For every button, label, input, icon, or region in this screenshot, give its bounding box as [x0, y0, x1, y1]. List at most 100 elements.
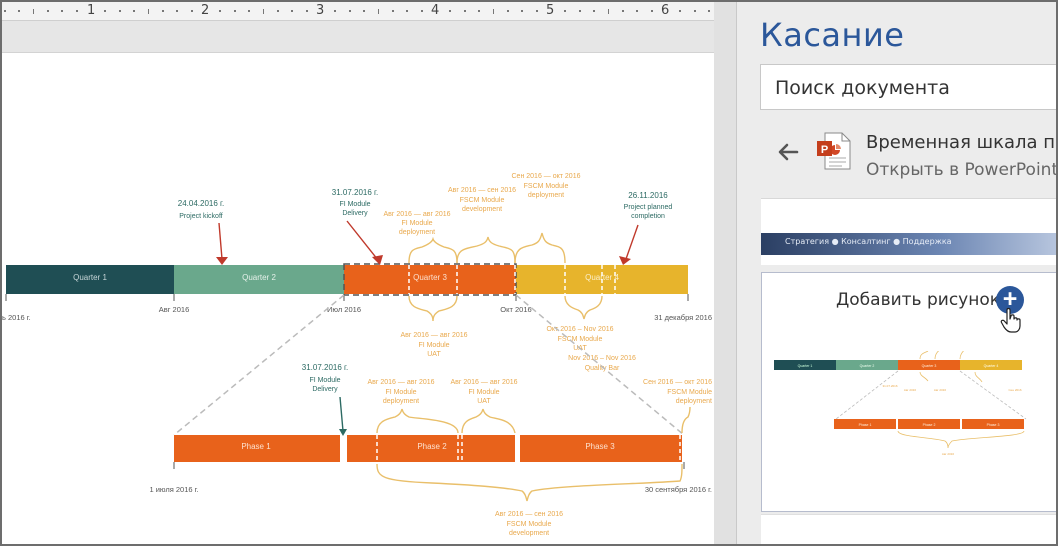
phase-axis-end: 30 сентября 2016 г.	[645, 485, 712, 494]
open-in-powerpoint-link[interactable]: Открыть в PowerPoint	[866, 160, 1056, 180]
back-arrow-icon[interactable]	[775, 139, 801, 165]
svg-text:Сен 2016: Сен 2016	[1009, 388, 1022, 392]
task-range: Авг 2016 — авг 2016	[400, 332, 467, 339]
phase-milestone-text: Delivery	[312, 386, 338, 393]
ruler-number: 4	[431, 3, 440, 18]
axis-end: 31 декабря 2016	[654, 313, 712, 322]
powerpoint-file-icon: P	[817, 132, 851, 170]
ruler-mark	[478, 10, 481, 12]
mini-label: Quarter 1	[798, 364, 813, 368]
axis-start: ь 2016 г.	[2, 313, 31, 322]
task-text: development	[462, 206, 502, 213]
svg-text:Авг 2016: Авг 2016	[942, 452, 955, 456]
mini-label: Quarter 3	[922, 364, 937, 368]
ruler-number: 2	[201, 3, 210, 18]
milestone-text: completion	[631, 213, 665, 220]
phase-milestone-text: FI Module	[309, 377, 340, 384]
tap-pane: Касание Поиск документа P Временная шкал…	[737, 2, 1056, 544]
task-range: Авг 2016 — авг 2016	[383, 211, 450, 218]
ruler-mark	[348, 10, 351, 12]
ruler-mark	[276, 10, 279, 12]
task-range: Сен 2016 — окт 2016	[643, 379, 712, 386]
milestone-marker	[216, 257, 228, 265]
ruler-mark	[262, 9, 264, 14]
slide-thumbnail-card[interactable]: Добавить рисунок + Quarter 1 Quarter 2 Q…	[761, 272, 1056, 512]
ruler-mark	[219, 10, 222, 12]
milestone-date: 31.07.2016 г.	[332, 188, 378, 197]
ruler-number: 1	[87, 3, 96, 18]
horizontal-ruler[interactable]: 1 2 3 4 5 6	[2, 2, 714, 21]
ruler-mark	[492, 9, 494, 14]
mini-label: Phase 3	[987, 423, 1000, 427]
svg-text:Авг 2016: Авг 2016	[934, 388, 947, 392]
ruler-mark	[363, 10, 366, 12]
ruler-number: 3	[316, 3, 325, 18]
document-title[interactable]: Временная шкала проекта	[866, 132, 1056, 153]
next-thumbnail[interactable]	[761, 514, 1056, 544]
ruler-mark	[679, 10, 682, 12]
hand-cursor-icon	[1000, 307, 1021, 333]
task-range: Авг 2016 — сен 2016	[495, 511, 563, 518]
ruler-mark	[233, 10, 236, 12]
task-text: development	[509, 530, 549, 537]
ruler-mark	[521, 10, 524, 12]
phase-axis-start: 1 июля 2016 г.	[149, 485, 198, 494]
phase-2-label: Phase 2	[417, 442, 447, 451]
timeline-graphic: Quarter 1 Quarter 2 Quarter 3 Quarter 4 …	[2, 173, 712, 537]
task-text: FSCM Module	[667, 389, 712, 396]
task-text: deployment	[383, 398, 419, 405]
ruler-mark	[650, 10, 653, 12]
task-text: FI Module	[418, 342, 449, 349]
ruler-mark	[449, 10, 452, 12]
ruler-mark	[693, 10, 696, 12]
phase-1-label: Phase 1	[241, 442, 271, 451]
svg-text:Авг 2016: Авг 2016	[904, 388, 917, 392]
ruler-mark	[32, 9, 34, 14]
ruler-mark	[564, 10, 567, 12]
phase-milestone-marker	[339, 429, 347, 436]
app-window: 1 2 3 4 5 6 Quarter 1 Quarter 2 Quarter …	[0, 0, 1058, 546]
pane-title: Касание	[760, 16, 905, 54]
ruler-mark	[305, 10, 308, 12]
task-text: FSCM Module	[524, 183, 569, 190]
ruler-mark	[176, 10, 179, 12]
phase-3-label: Phase 3	[585, 442, 615, 451]
ruler-mark	[75, 10, 78, 12]
mini-timeline-preview: Quarter 1 Quarter 2 Quarter 3 Quarter 4 …	[774, 351, 1027, 456]
task-range: Авг 2016 — авг 2016	[450, 379, 517, 386]
slide-thumbnail[interactable]: Стратегия ● Консалтинг ● Поддержка	[761, 198, 1056, 265]
ruler-mark	[636, 10, 639, 12]
task-text: UAT	[427, 351, 441, 358]
axis-jul: Июл 2016	[327, 305, 361, 314]
ruler-mark	[334, 10, 337, 12]
slide-canvas[interactable]: Quarter 1 Quarter 2 Quarter 3 Quarter 4 …	[2, 52, 714, 544]
ruler-mark	[161, 10, 164, 12]
ruler-mark	[377, 9, 379, 14]
ruler-mark	[578, 10, 581, 12]
quarter-1-label: Quarter 1	[73, 273, 107, 282]
ruler-mark	[708, 10, 711, 12]
ruler-number: 6	[661, 3, 670, 18]
ruler-mark	[61, 10, 64, 12]
ruler-mark	[133, 10, 136, 12]
milestone-date: 24.04.2016 г.	[178, 199, 224, 208]
add-picture-label: Добавить рисунок	[836, 290, 1001, 310]
task-text: FI Module	[468, 389, 499, 396]
ruler-mark	[118, 10, 121, 12]
milestone-marker	[619, 256, 631, 265]
task-text: FSCM Module	[460, 197, 505, 204]
ruler-mark	[104, 10, 107, 12]
search-input[interactable]: Поиск документа	[760, 64, 1056, 110]
task-text: FSCM Module	[558, 336, 603, 343]
phase-milestone-date: 31.07.2016 г.	[302, 363, 348, 372]
task-text: FI Module	[401, 220, 432, 227]
axis-oct: Окт 2016	[500, 305, 531, 314]
task-range: Авг 2016 — сен 2016	[448, 187, 516, 194]
ruler-mark	[463, 10, 466, 12]
mini-label: Quarter 2	[860, 364, 875, 368]
svg-text:31.07.2016: 31.07.2016	[882, 384, 897, 388]
pane-splitter[interactable]	[714, 2, 736, 544]
slide-margin	[2, 21, 714, 52]
mini-label: Phase 2	[923, 423, 936, 427]
task-text: deployment	[399, 229, 435, 236]
